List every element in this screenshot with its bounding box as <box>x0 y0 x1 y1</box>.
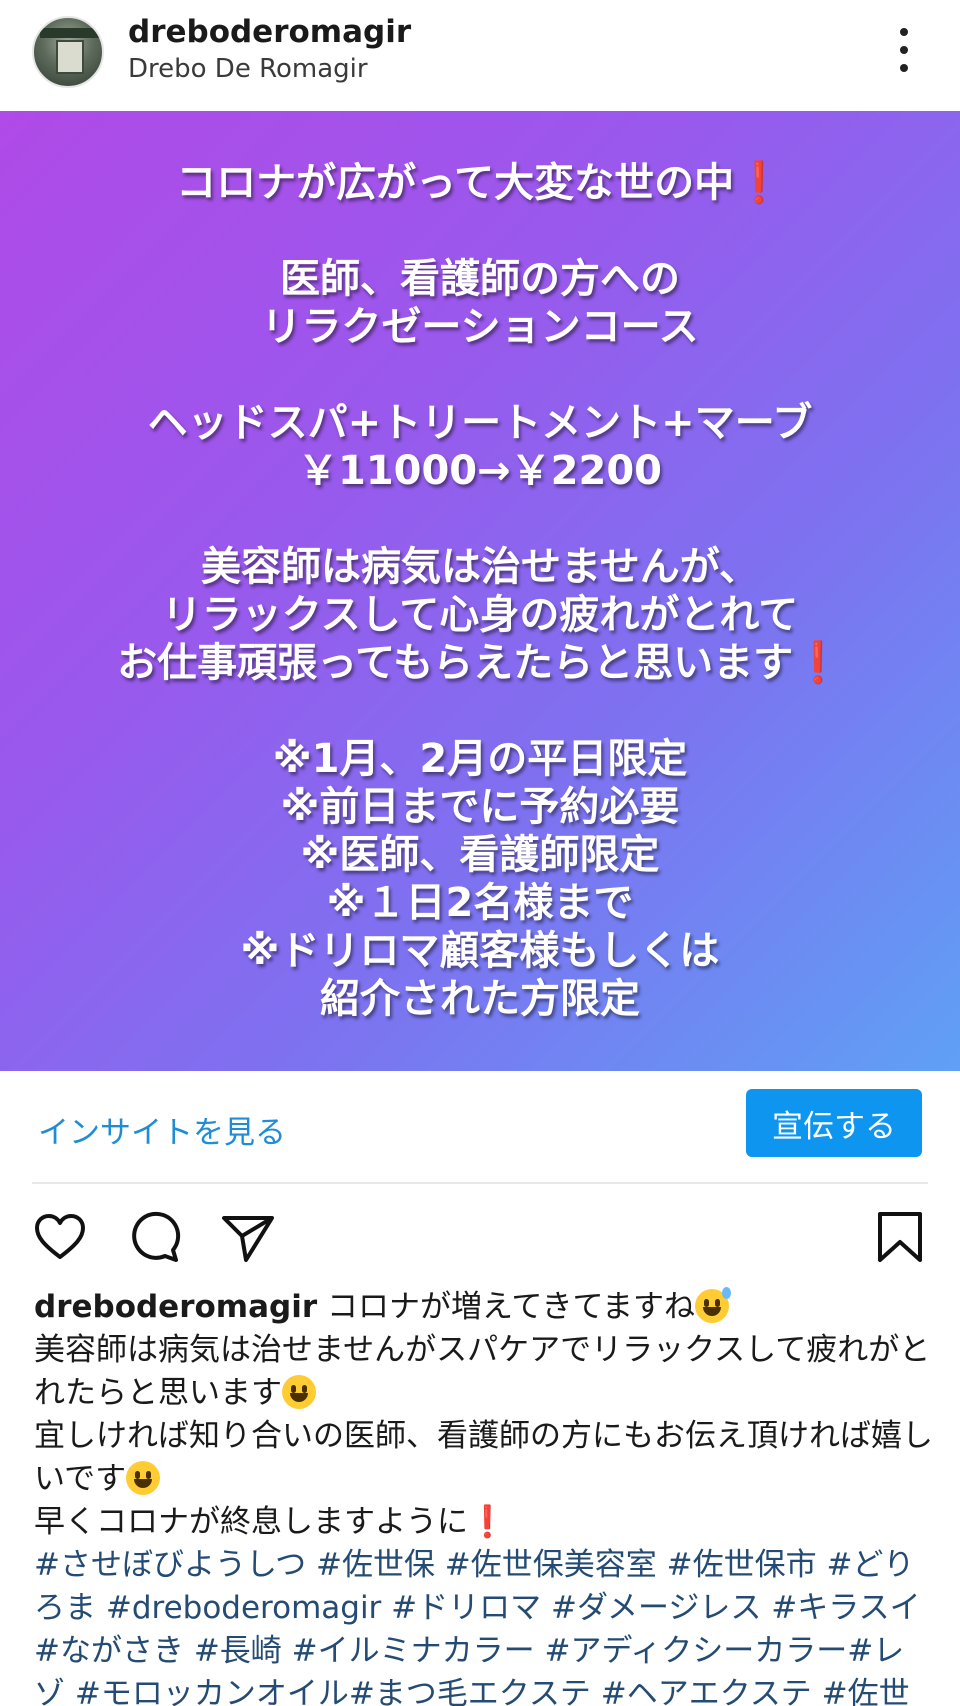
image-line: ※ドリロマ顧客様もしくは <box>240 928 720 974</box>
image-line: コロナが広がって大変な世の中❗ <box>176 160 784 206</box>
image-line: ※1月、2月の平日限定 <box>272 736 688 782</box>
username[interactable]: dreboderomagir <box>128 14 411 50</box>
action-bar <box>0 1200 960 1272</box>
post-image-text: コロナが広がって大変な世の中❗ 医師、看護師の方への リラクゼーションコース ヘ… <box>0 159 960 1023</box>
exclamation-icon: ❗ <box>793 640 843 686</box>
image-line: 医師、看護師の方への <box>280 256 680 302</box>
exclamation-icon: ❗ <box>734 160 784 206</box>
caption-line: 早くコロナが終息しますように❗ <box>34 1504 507 1540</box>
smiley-emoji-icon <box>282 1375 316 1409</box>
exclamation-icon: ❗ <box>468 1504 507 1540</box>
more-vertical-icon[interactable] <box>886 28 922 72</box>
image-line: 美容師は病気は治せませんが、 <box>201 544 759 590</box>
image-line: ヘッドスパ+トリートメント+マーブ <box>147 400 813 446</box>
avatar-door <box>56 40 84 74</box>
image-line: ￥11000→￥2200 <box>297 448 662 494</box>
promote-button[interactable]: 宣伝する <box>746 1089 922 1157</box>
send-icon[interactable] <box>220 1210 276 1266</box>
caption-line: dreboderomagir コロナが増えてきてますね <box>34 1286 934 1329</box>
image-line: ※１日2名様まで <box>326 880 634 926</box>
caption-username[interactable]: dreboderomagir <box>34 1289 317 1325</box>
caption: dreboderomagir コロナが増えてきてますね 美容師は病気は治せません… <box>34 1286 934 1706</box>
image-line: お仕事頑張ってもらえたらと思います❗ <box>117 640 843 686</box>
hashtags[interactable]: #させぼびようしつ #佐世保 #佐世保美容室 #佐世保市 #どりろま #dreb… <box>34 1544 934 1706</box>
dot <box>900 28 908 36</box>
dot <box>900 46 908 54</box>
image-line: リラクゼーションコース <box>261 304 699 350</box>
dot <box>900 64 908 72</box>
caption-line: 宜しければ知り合いの医師、看護師の方にもお伝え頂ければ嬉しいです <box>34 1418 933 1497</box>
avatar-roof <box>40 28 100 38</box>
image-line: リラックスして心身の疲れがとれて <box>161 592 799 638</box>
image-line: 紹介された方限定 <box>320 976 640 1022</box>
bookmark-icon[interactable] <box>872 1210 928 1266</box>
caption-line: 美容師は病気は治せませんがスパケアでリラックスして疲れがとれたらと思います <box>34 1332 931 1411</box>
post-header: dreboderomagir Drebo De Romagir <box>0 0 960 110</box>
divider <box>32 1182 928 1184</box>
view-insights-link[interactable]: インサイトを見る <box>38 1107 286 1152</box>
avatar[interactable] <box>32 16 104 88</box>
promo-row: インサイトを見る 宣伝する <box>0 1071 960 1183</box>
grinning-sweat-emoji-icon <box>694 1287 731 1323</box>
comment-icon[interactable] <box>126 1210 182 1266</box>
smiley-emoji-icon <box>126 1461 161 1495</box>
post-image[interactable]: コロナが広がって大変な世の中❗ 医師、看護師の方への リラクゼーションコース ヘ… <box>0 111 960 1071</box>
image-line: ※医師、看護師限定 <box>300 832 660 878</box>
full-name: Drebo De Romagir <box>128 54 368 84</box>
heart-icon[interactable] <box>32 1210 88 1266</box>
image-line: ※前日までに予約必要 <box>280 784 680 830</box>
